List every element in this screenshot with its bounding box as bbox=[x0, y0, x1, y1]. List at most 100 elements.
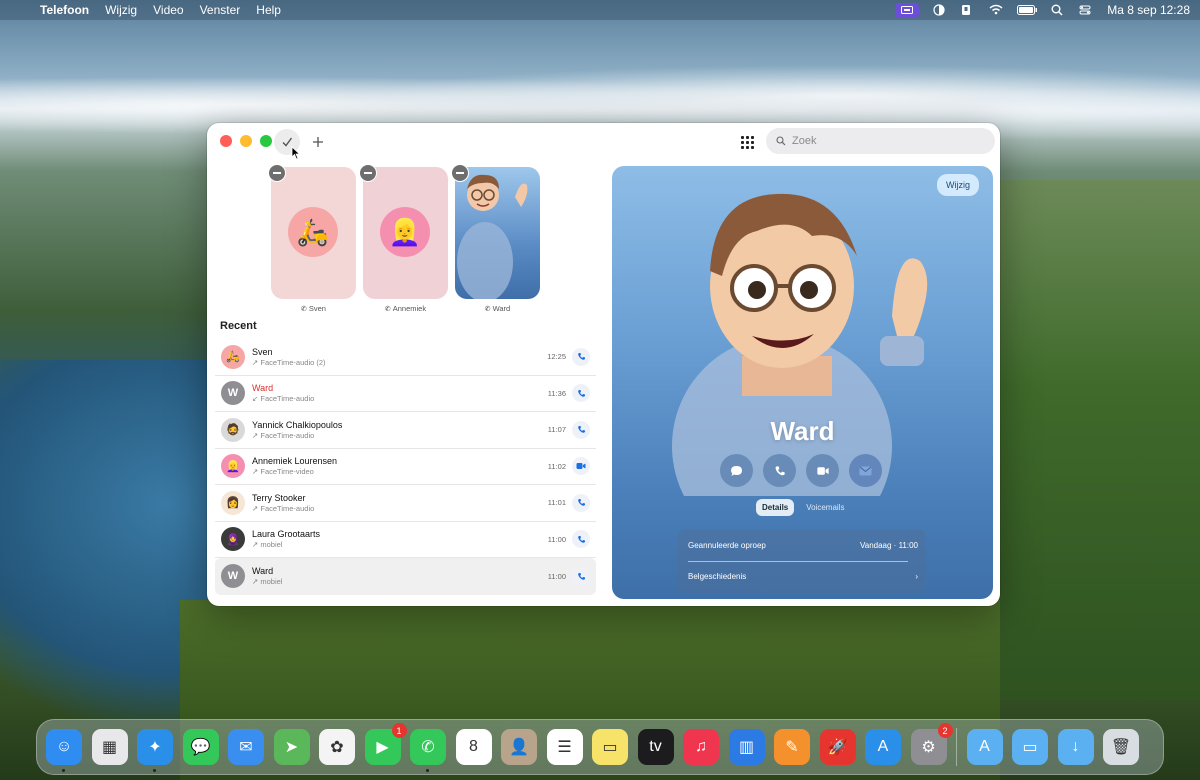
contact-name: Ward bbox=[252, 383, 274, 394]
dock-finder-icon[interactable]: ☺ bbox=[46, 729, 82, 772]
dock-reminders-icon[interactable]: ☰ bbox=[546, 729, 583, 765]
menu-clock[interactable]: Ma 8 sep 12:28 bbox=[1107, 3, 1190, 17]
recent-row-ward-missed[interactable]: W Ward ↙ FaceTime-audio 11:36 bbox=[215, 376, 596, 412]
edit-contact-button[interactable]: Wijzig bbox=[937, 174, 979, 196]
menu-venster[interactable]: Venster bbox=[200, 3, 241, 17]
screen-share-icon[interactable] bbox=[895, 2, 920, 18]
dock-apple-tv-icon[interactable]: tv bbox=[637, 729, 674, 765]
dock-notes-icon[interactable]: ▭ bbox=[592, 729, 628, 765]
audio-call-button[interactable] bbox=[763, 454, 796, 487]
dock-glyph: 👤 bbox=[509, 739, 529, 756]
tab-voicemails[interactable]: Voicemails bbox=[800, 499, 850, 516]
dock-messages-icon[interactable]: 💬 bbox=[182, 729, 219, 765]
dock-facetime-icon[interactable]: ▶ 1 bbox=[364, 723, 407, 765]
video-call-button[interactable] bbox=[806, 454, 839, 487]
dock-pages-icon[interactable]: ✎ bbox=[774, 729, 810, 765]
call-back-button[interactable] bbox=[572, 347, 590, 366]
phone-icon bbox=[577, 389, 585, 397]
dock-maps-icon[interactable]: ➤ bbox=[273, 729, 310, 765]
call-time: 11:36 bbox=[547, 388, 566, 398]
contact-name-large: Ward bbox=[770, 416, 835, 446]
dock-trash-icon[interactable]: 🗑 bbox=[1103, 729, 1139, 765]
call-back-button[interactable] bbox=[572, 420, 590, 439]
dock-photos-icon[interactable]: ✿ bbox=[319, 729, 355, 765]
call-back-button[interactable] bbox=[572, 567, 590, 586]
dock-music-icon[interactable]: ♫ bbox=[683, 729, 719, 765]
focus-icon[interactable] bbox=[933, 4, 947, 16]
dock-contacts-icon[interactable]: 👤 bbox=[501, 729, 537, 765]
message-bubble-icon bbox=[731, 465, 742, 476]
minimize-window-button[interactable] bbox=[240, 135, 252, 147]
dock-calendar-icon[interactable]: 8 bbox=[455, 729, 492, 765]
menu-help[interactable]: Help bbox=[256, 3, 281, 17]
call-back-button[interactable] bbox=[572, 384, 590, 403]
favorite-card-sven[interactable]: 🛵 bbox=[271, 167, 356, 299]
phone-window: 🛵 ✆ Sven 👱‍♀️ ✆ Annemiek ✆ Ward Recent 🛵… bbox=[207, 123, 1000, 606]
divider bbox=[688, 561, 908, 562]
remove-favorite-ward-button[interactable] bbox=[451, 164, 469, 182]
battery-status-icon[interactable] bbox=[961, 4, 975, 16]
search-field[interactable] bbox=[766, 128, 995, 154]
menu-video[interactable]: Video bbox=[153, 3, 183, 17]
contact-name: Terry Stooker bbox=[252, 492, 306, 503]
mail-button[interactable] bbox=[849, 454, 882, 487]
recent-row-terry[interactable]: 👩 Terry Stooker ↗ FaceTime-audio 11:01 bbox=[215, 485, 596, 522]
dock-downloads-folder-icon[interactable]: ↓ bbox=[1057, 729, 1094, 765]
menu-wijzig[interactable]: Wijzig bbox=[105, 3, 137, 17]
recent-row-sven[interactable]: 🛵 Sven ↗ FaceTime-audio (2) 12:25 bbox=[215, 339, 596, 376]
dock-glyph: ✆ bbox=[421, 739, 435, 756]
phone-icon bbox=[577, 353, 585, 360]
call-history-row[interactable]: Belgeschiedenis › bbox=[688, 572, 918, 581]
tab-details[interactable]: Details bbox=[756, 499, 795, 516]
recent-row-ward-selected[interactable]: W Ward ↗ mobiel 11:00 bbox=[215, 558, 596, 595]
dock-documents-folder-icon[interactable]: ▭ bbox=[1012, 729, 1048, 765]
dock-glyph: ⚙ bbox=[921, 739, 936, 756]
window-controls bbox=[220, 135, 272, 147]
dock-keynote-icon[interactable]: ▥ bbox=[728, 729, 765, 765]
dock-launchpad-icon[interactable]: ▦ bbox=[91, 729, 128, 765]
avatar: 🛵 bbox=[288, 207, 338, 257]
menu-app-name[interactable]: Telefoon bbox=[40, 3, 89, 17]
recent-row-laura[interactable]: 🧕 Laura Grootaarts ↗ mobiel 11:00 bbox=[215, 522, 596, 558]
call-back-button[interactable] bbox=[572, 493, 590, 512]
call-back-button[interactable] bbox=[572, 530, 590, 549]
dock-system-settings-icon[interactable]: ⚙ 2 bbox=[910, 723, 953, 765]
call-history-label: Belgeschiedenis bbox=[688, 572, 747, 581]
add-favorite-button[interactable] bbox=[305, 129, 331, 155]
dock-glyph: ➤ bbox=[284, 739, 299, 756]
remove-favorite-sven-button[interactable] bbox=[268, 164, 286, 182]
dock-glyph: A bbox=[979, 738, 990, 755]
favorite-card-ward[interactable] bbox=[455, 167, 540, 299]
call-time: 12:25 bbox=[547, 352, 566, 362]
message-button[interactable] bbox=[720, 454, 753, 487]
dock-app-store-icon[interactable]: A bbox=[865, 729, 901, 765]
spotlight-search-icon[interactable] bbox=[1051, 4, 1065, 16]
zoom-window-button[interactable] bbox=[260, 135, 272, 147]
control-center-icon[interactable] bbox=[1079, 4, 1093, 16]
keypad-button[interactable] bbox=[737, 132, 757, 152]
search-input[interactable] bbox=[792, 135, 972, 147]
recent-row-yannick[interactable]: 🧔 Yannick Chalkiopoulos ↗ FaceTime-audio … bbox=[215, 412, 596, 449]
close-window-button[interactable] bbox=[220, 135, 232, 147]
contact-name: Annemiek Lourensen bbox=[252, 456, 338, 467]
dock-glyph: ▥ bbox=[738, 739, 755, 756]
call-time: 11:02 bbox=[547, 461, 566, 471]
chevron-right-icon: › bbox=[915, 572, 918, 581]
dock-safari-icon[interactable]: ✦ bbox=[137, 729, 173, 772]
recent-row-annemiek[interactable]: 👱‍♀️ Annemiek Lourensen ↗ FaceTime-video … bbox=[215, 449, 596, 485]
call-type: ↗ FaceTime-audio (2) bbox=[252, 357, 326, 367]
dock-applications-folder-icon[interactable]: A bbox=[966, 729, 1003, 765]
phone-icon bbox=[577, 499, 585, 506]
remove-favorite-annemiek-button[interactable] bbox=[359, 164, 377, 182]
video-camera-icon bbox=[576, 463, 586, 470]
phone-icon: ✆ bbox=[301, 306, 309, 313]
dock-glyph: ☺ bbox=[55, 738, 73, 755]
favorite-card-annemiek[interactable]: 👱‍♀️ bbox=[363, 167, 448, 299]
dock-mail-icon[interactable]: ✉ bbox=[228, 729, 264, 765]
dock-rocket-icon[interactable]: 🚀 bbox=[819, 729, 856, 765]
battery-icon[interactable] bbox=[1017, 4, 1038, 16]
video-call-back-button[interactable] bbox=[572, 457, 590, 476]
dock-phone-icon[interactable]: ✆ bbox=[410, 729, 446, 772]
search-icon bbox=[776, 136, 786, 146]
wifi-icon[interactable] bbox=[989, 4, 1003, 16]
